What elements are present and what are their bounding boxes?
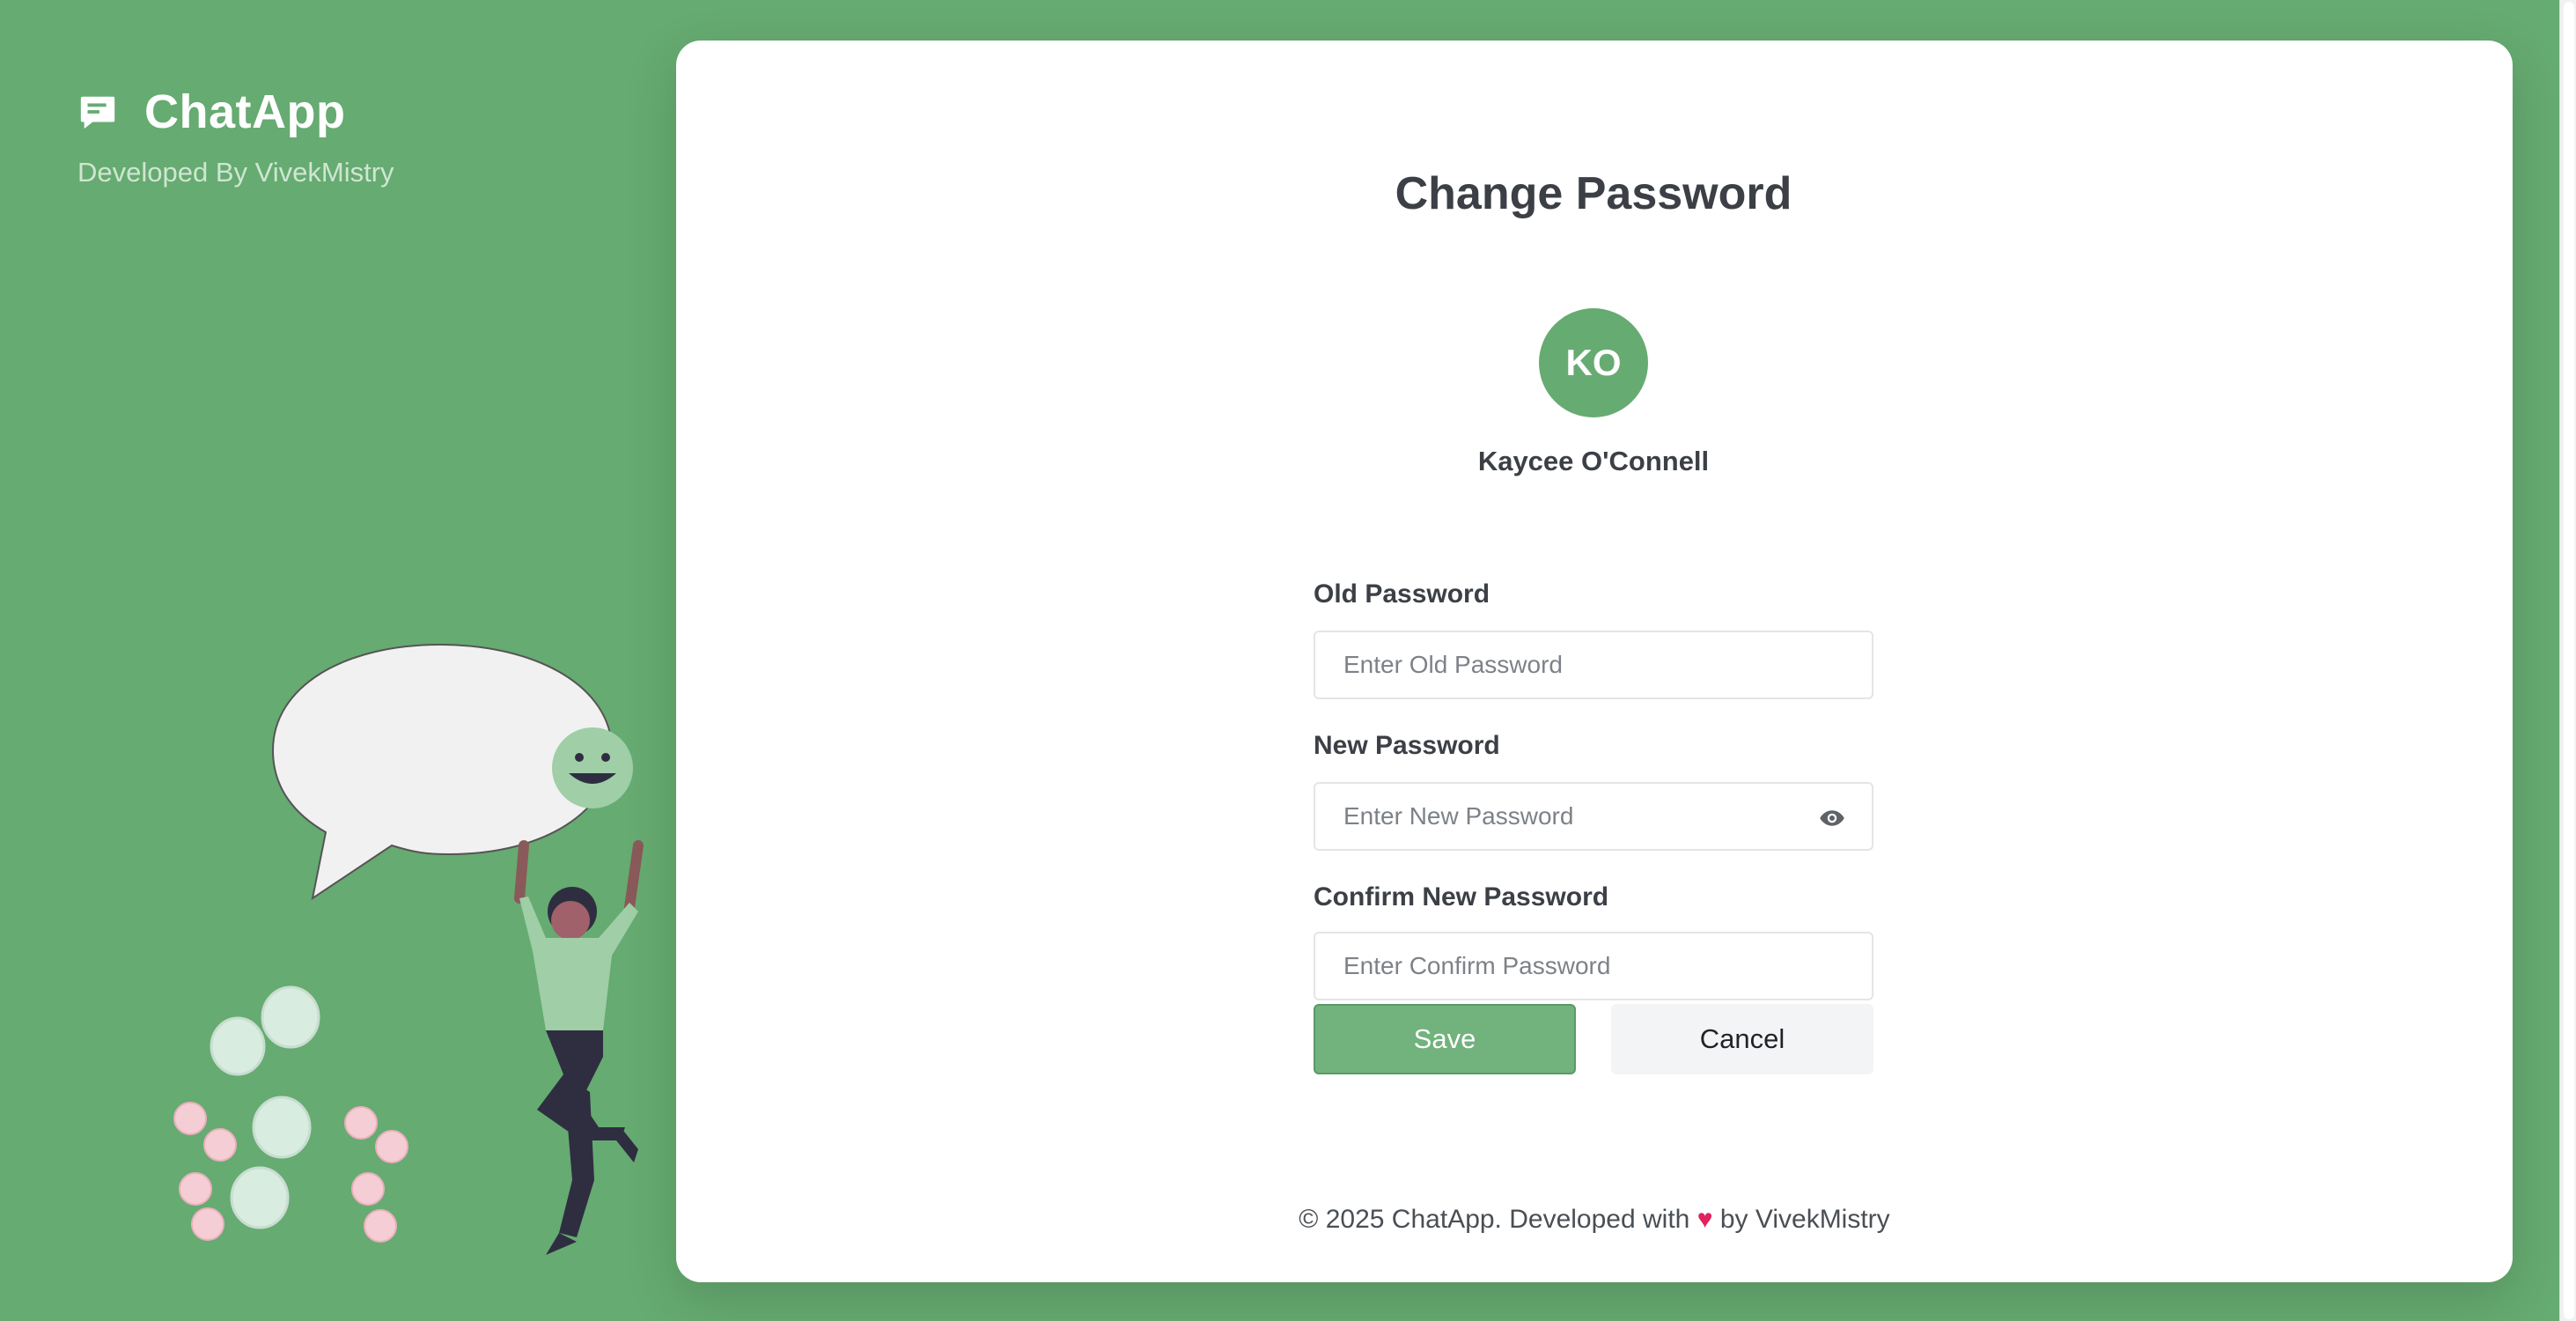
confirm-password-field-wrapper	[1314, 932, 1873, 1000]
woman-figure	[514, 840, 644, 1255]
new-password-label: New Password	[1314, 731, 1500, 760]
brand-title: ChatApp	[144, 85, 346, 138]
cancel-button[interactable]: Cancel	[1611, 1004, 1873, 1074]
eye-icon[interactable]	[1819, 807, 1845, 830]
avatar: KO	[1539, 308, 1648, 417]
footer: © 2025 ChatApp. Developed with ♥ by Vive…	[676, 1205, 2513, 1235]
old-password-field-wrapper	[1314, 631, 1873, 699]
vertical-scrollbar[interactable]	[2559, 0, 2576, 1321]
chat-bubble-icon	[80, 96, 115, 129]
confirm-password-input[interactable]	[1315, 934, 1872, 999]
user-name: Kaycee O'Connell	[1477, 446, 1710, 476]
new-password-input[interactable]	[1315, 784, 1872, 849]
new-password-field-wrapper	[1314, 782, 1873, 851]
change-password-card: Change Password KO Kaycee O'Connell Old …	[676, 41, 2513, 1282]
lily-pads-left	[173, 985, 408, 1243]
old-password-input[interactable]	[1315, 632, 1872, 697]
footer-suffix: by VivekMistry	[1719, 1205, 1890, 1234]
page-title: Change Password	[1395, 168, 1792, 219]
brand-subtitle: Developed By VivekMistry	[77, 157, 394, 188]
old-password-label: Old Password	[1314, 579, 1490, 609]
save-button[interactable]: Save	[1314, 1004, 1576, 1074]
footer-prefix: © 2025 ChatApp. Developed with	[1299, 1205, 1690, 1234]
heart-icon: ♥	[1696, 1205, 1713, 1234]
scrollbar-thumb[interactable]	[2564, 2, 2574, 1319]
confirm-password-label: Confirm New Password	[1314, 882, 1609, 911]
brand: ChatApp	[77, 85, 345, 139]
